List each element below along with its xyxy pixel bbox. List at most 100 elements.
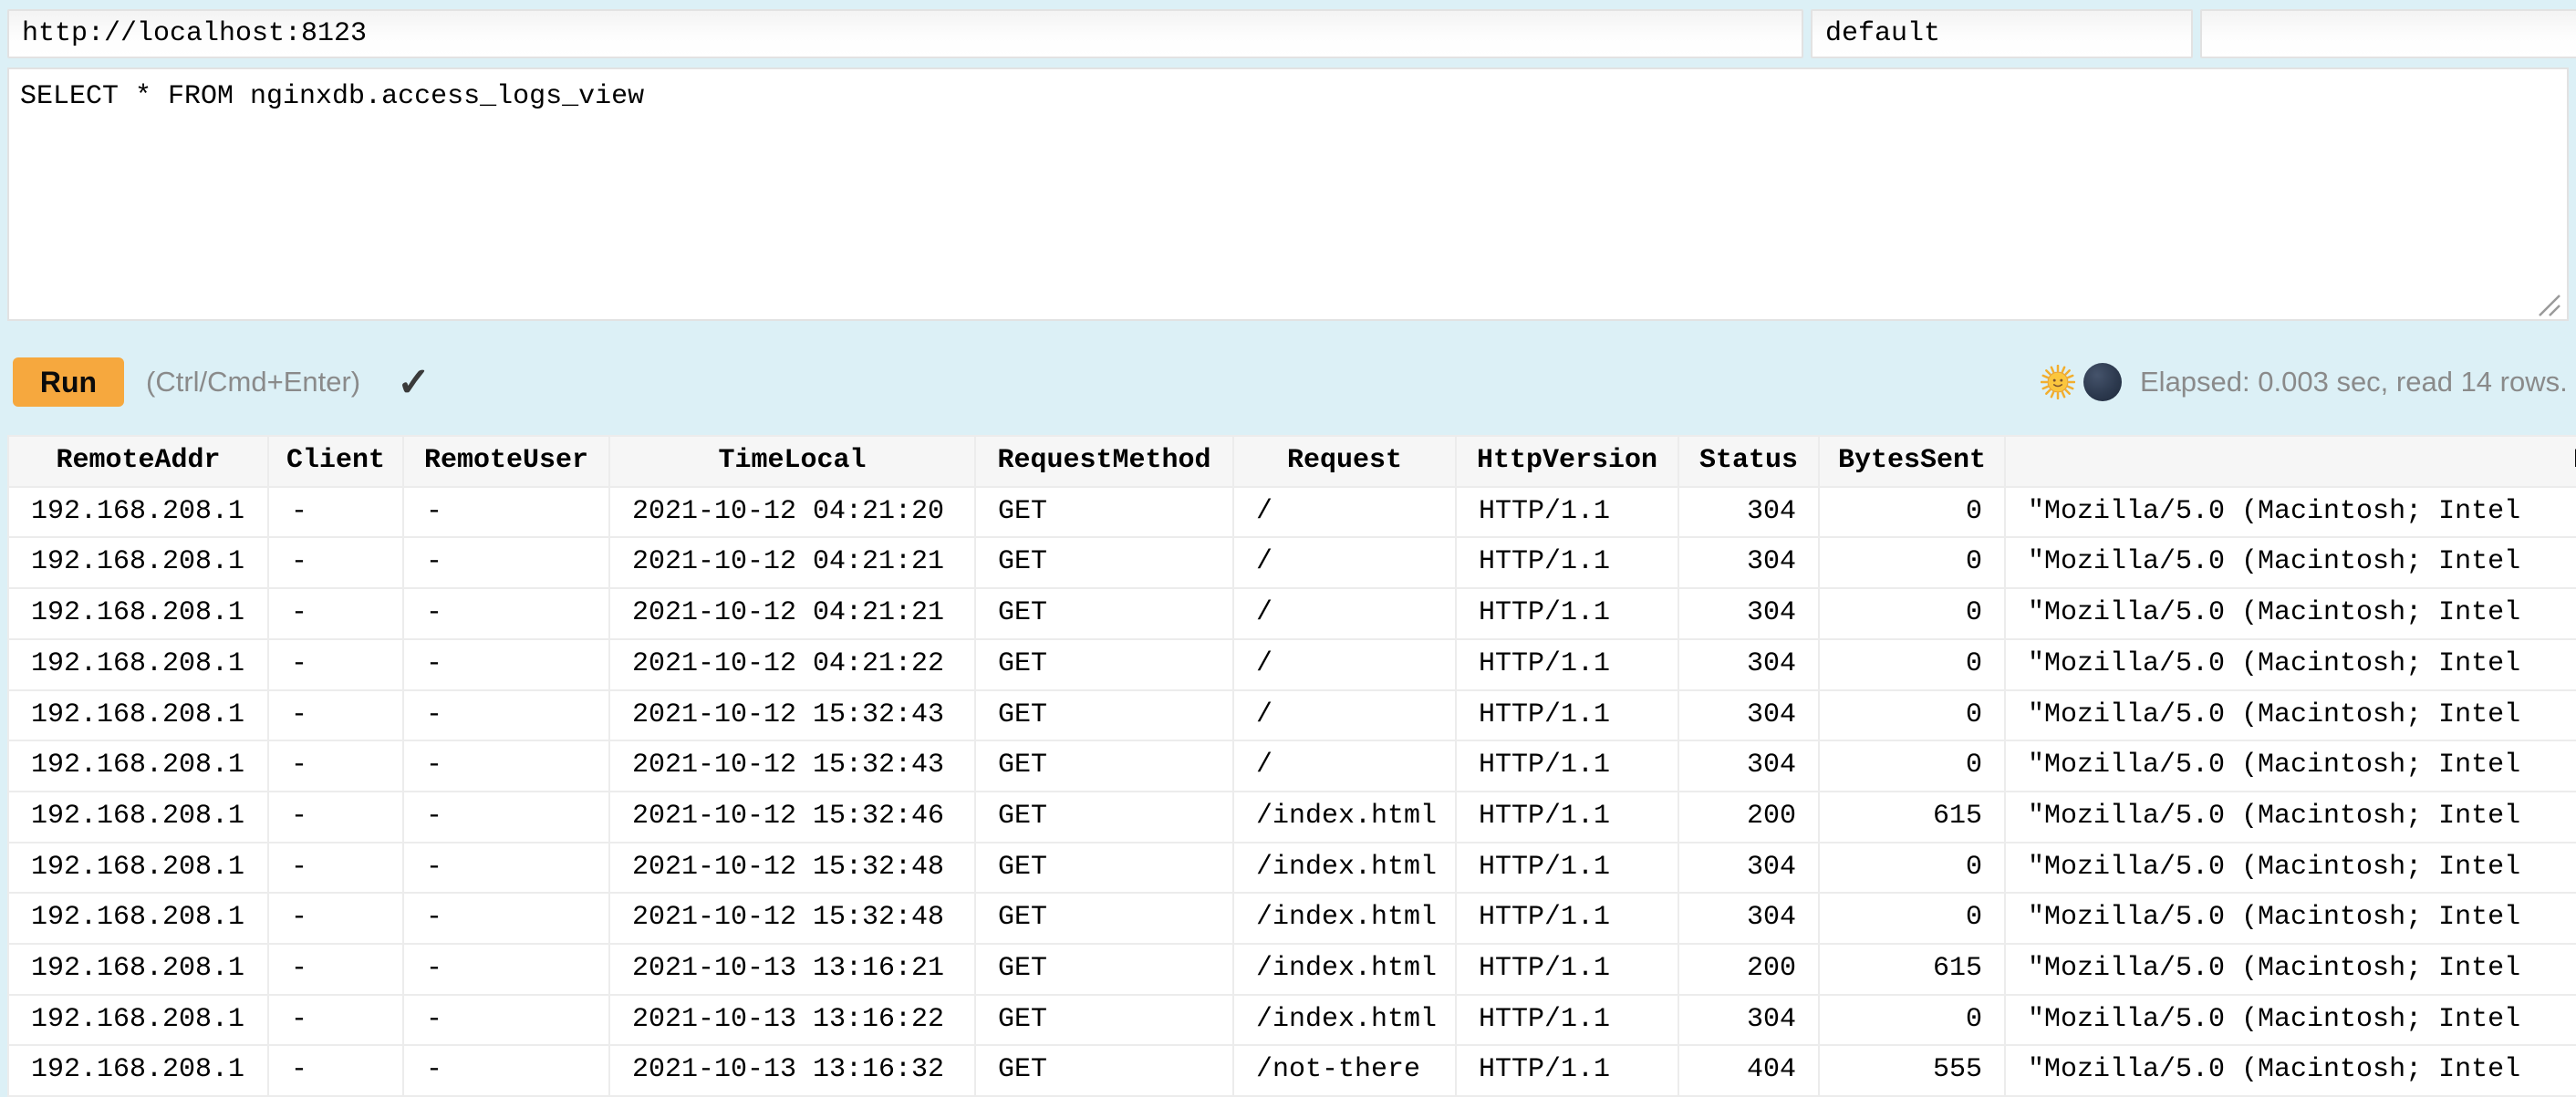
column-header-status: Status <box>1678 436 1819 487</box>
cell-request-method: GET <box>975 995 1233 1046</box>
cell-remote-addr: 192.168.208.1 <box>8 1045 268 1096</box>
cell-status: 200 <box>1678 944 1819 995</box>
cell-remote-addr: 192.168.208.1 <box>8 893 268 944</box>
cell-remote-user: - <box>403 487 609 538</box>
table-row: 192.168.208.1--2021-10-13 13:16:21GET/in… <box>8 944 2576 995</box>
cell-bytes-sent: 0 <box>1819 893 2005 944</box>
cell-time-local: 2021-10-13 13:16:22 <box>609 995 975 1046</box>
cell-remote-user: - <box>403 893 609 944</box>
cell-request-method: GET <box>975 487 1233 538</box>
cell-time-local: 2021-10-12 04:21:21 <box>609 588 975 639</box>
cell-status: 200 <box>1678 792 1819 843</box>
query-stats-text: Elapsed: 0.003 sec, read 14 rows. <box>2140 366 2568 398</box>
cell-time-local: 2021-10-12 04:21:21 <box>609 537 975 588</box>
cell-request: /index.html <box>1233 995 1456 1046</box>
table-row: 192.168.208.1--2021-10-12 04:21:20GET/HT… <box>8 487 2576 538</box>
cell-bytes-sent: 0 <box>1819 537 2005 588</box>
cell-remote-user: - <box>403 792 609 843</box>
cell-bytes-sent: 615 <box>1819 944 2005 995</box>
cell-status: 304 <box>1678 487 1819 538</box>
cell-http-version: HTTP/1.1 <box>1456 740 1678 792</box>
cell-remote-user: - <box>403 843 609 894</box>
cell-status: 304 <box>1678 740 1819 792</box>
cell-remote-addr: 192.168.208.1 <box>8 588 268 639</box>
cell-remote-addr: 192.168.208.1 <box>8 843 268 894</box>
cell-remote-user: - <box>403 944 609 995</box>
table-row: 192.168.208.1--2021-10-13 13:16:22GET/in… <box>8 995 2576 1046</box>
cell-time-local: 2021-10-12 15:32:48 <box>609 893 975 944</box>
cell-time-local: 2021-10-12 15:32:48 <box>609 843 975 894</box>
cell-http-user-agent: "Mozilla/5.0 (Macintosh; Intel <box>2005 843 2576 894</box>
header-row: RemoteAddrClientRemoteUserTimeLocalReque… <box>8 436 2576 487</box>
cell-request-method: GET <box>975 843 1233 894</box>
toolbar: Run (Ctrl/Cmd+Enter) ✓ <box>13 357 431 407</box>
cell-request: / <box>1233 537 1456 588</box>
table-row: 192.168.208.1--2021-10-12 15:32:48GET/in… <box>8 893 2576 944</box>
cell-http-user-agent: "Mozilla/5.0 (Macintosh; Intel <box>2005 487 2576 538</box>
cell-client: - <box>268 588 403 639</box>
cell-http-version: HTTP/1.1 <box>1456 893 1678 944</box>
resize-handle-icon[interactable] <box>2536 292 2563 317</box>
status-group: Elapsed: 0.003 sec, read 14 rows. <box>2041 357 2568 407</box>
cell-request: /index.html <box>1233 843 1456 894</box>
cell-http-version: HTTP/1.1 <box>1456 1045 1678 1096</box>
cell-remote-user: - <box>403 639 609 690</box>
cell-client: - <box>268 487 403 538</box>
cell-remote-user: - <box>403 740 609 792</box>
cell-client: - <box>268 537 403 588</box>
table-row: 192.168.208.1--2021-10-12 15:32:46GET/in… <box>8 792 2576 843</box>
cell-http-version: HTTP/1.1 <box>1456 944 1678 995</box>
cell-bytes-sent: 0 <box>1819 740 2005 792</box>
cell-client: - <box>268 843 403 894</box>
cell-request: /index.html <box>1233 792 1456 843</box>
table-row: 192.168.208.1--2021-10-12 15:32:48GET/in… <box>8 843 2576 894</box>
cell-remote-addr: 192.168.208.1 <box>8 995 268 1046</box>
table-row: 192.168.208.1--2021-10-13 13:16:32GET/no… <box>8 1045 2576 1096</box>
table-row: 192.168.208.1--2021-10-12 04:21:22GET/HT… <box>8 639 2576 690</box>
user-input[interactable] <box>1811 9 2193 58</box>
cell-request: /index.html <box>1233 893 1456 944</box>
cell-request-method: GET <box>975 944 1233 995</box>
query-textarea[interactable]: SELECT * FROM nginxdb.access_logs_view <box>7 67 2569 321</box>
shortcut-hint: (Ctrl/Cmd+Enter) <box>146 366 360 398</box>
cell-http-user-agent: "Mozilla/5.0 (Macintosh; Intel <box>2005 944 2576 995</box>
new-moon-icon[interactable] <box>2083 363 2122 401</box>
cell-request-method: GET <box>975 537 1233 588</box>
cell-time-local: 2021-10-12 15:32:43 <box>609 740 975 792</box>
cell-bytes-sent: 0 <box>1819 639 2005 690</box>
server-url-input[interactable] <box>7 9 1803 58</box>
sun-with-face-icon[interactable] <box>2041 365 2075 399</box>
cell-request-method: GET <box>975 1045 1233 1096</box>
cell-status: 304 <box>1678 639 1819 690</box>
cell-remote-addr: 192.168.208.1 <box>8 487 268 538</box>
cell-request-method: GET <box>975 792 1233 843</box>
cell-status: 304 <box>1678 588 1819 639</box>
cell-request: / <box>1233 740 1456 792</box>
column-header-http-version: HttpVersion <box>1456 436 1678 487</box>
column-header-bytes-sent: BytesSent <box>1819 436 2005 487</box>
cell-bytes-sent: 0 <box>1819 690 2005 741</box>
results-area: RemoteAddrClientRemoteUserTimeLocalReque… <box>7 435 2576 1097</box>
cell-request: /not-there <box>1233 1045 1456 1096</box>
cell-request-method: GET <box>975 588 1233 639</box>
cell-request-method: GET <box>975 690 1233 741</box>
cell-time-local: 2021-10-12 15:32:46 <box>609 792 975 843</box>
cell-request: /index.html <box>1233 944 1456 995</box>
cell-http-user-agent: "Mozilla/5.0 (Macintosh; Intel <box>2005 537 2576 588</box>
column-header-request: Request <box>1233 436 1456 487</box>
run-button[interactable]: Run <box>13 357 124 407</box>
cell-http-user-agent: "Mozilla/5.0 (Macintosh; Intel <box>2005 792 2576 843</box>
cell-client: - <box>268 1045 403 1096</box>
column-header-http-user-agent: HttpUserAgent <box>2005 436 2576 487</box>
cell-request: / <box>1233 588 1456 639</box>
table-row: 192.168.208.1--2021-10-12 04:21:21GET/HT… <box>8 537 2576 588</box>
results-table: RemoteAddrClientRemoteUserTimeLocalReque… <box>7 435 2576 1097</box>
cell-remote-addr: 192.168.208.1 <box>8 944 268 995</box>
cell-remote-addr: 192.168.208.1 <box>8 690 268 741</box>
cell-http-version: HTTP/1.1 <box>1456 639 1678 690</box>
password-input[interactable] <box>2200 9 2576 58</box>
cell-status: 304 <box>1678 995 1819 1046</box>
column-header-remote-addr: RemoteAddr <box>8 436 268 487</box>
cell-bytes-sent: 0 <box>1819 843 2005 894</box>
column-header-time-local: TimeLocal <box>609 436 975 487</box>
